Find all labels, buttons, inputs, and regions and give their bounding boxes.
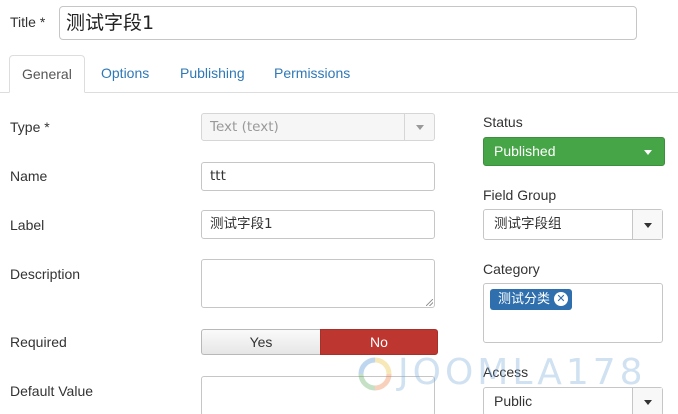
description-textarea[interactable]: [201, 259, 435, 308]
type-select[interactable]: Text (text): [201, 113, 435, 141]
chevron-down-icon: [644, 149, 652, 155]
remove-chip-icon[interactable]: ✕: [554, 292, 569, 306]
status-label: Status: [483, 114, 523, 130]
tab-general[interactable]: General: [9, 55, 85, 93]
label-input[interactable]: 测试字段1: [201, 210, 435, 239]
field-group-select[interactable]: 测试字段组: [483, 209, 663, 240]
type-select-toggle[interactable]: [404, 114, 434, 140]
required-label: Required: [10, 334, 67, 350]
category-multiselect[interactable]: 测试分类 ✕: [483, 283, 663, 343]
field-group-select-value: 测试字段组: [494, 216, 562, 232]
description-textarea-wrap[interactable]: [201, 259, 435, 308]
tab-publishing[interactable]: Publishing: [168, 55, 257, 93]
watermark-logo-icon: [358, 357, 392, 391]
category-chip[interactable]: 测试分类 ✕: [490, 289, 573, 310]
tab-permissions[interactable]: Permissions: [262, 55, 362, 93]
type-select-value: Text (text): [210, 119, 279, 135]
status-select[interactable]: Published: [483, 137, 665, 166]
category-chip-label: 测试分类: [498, 292, 551, 307]
watermark-text: JOOMLA178: [398, 352, 647, 393]
title-input[interactable]: 测试字段1: [59, 6, 637, 40]
name-label: Name: [10, 168, 48, 184]
name-input[interactable]: ttt: [201, 162, 435, 191]
required-yes-button[interactable]: Yes: [201, 329, 320, 355]
access-select-value: Public: [494, 393, 533, 409]
label-label: Label: [10, 217, 45, 233]
chevron-down-icon: [643, 399, 652, 405]
chevron-down-icon: [643, 222, 652, 228]
field-group-select-toggle[interactable]: [632, 210, 662, 239]
description-label: Description: [10, 266, 81, 282]
field-group-label: Field Group: [483, 187, 557, 203]
type-label: Type *: [10, 119, 50, 135]
chevron-down-icon: [415, 125, 424, 130]
tab-options[interactable]: Options: [89, 55, 161, 93]
status-select-value: Published: [494, 143, 556, 159]
resize-grip-icon[interactable]: [426, 299, 433, 306]
title-label: Title *: [10, 14, 46, 30]
category-label: Category: [483, 261, 540, 277]
default-value-label: Default Value: [10, 383, 94, 399]
